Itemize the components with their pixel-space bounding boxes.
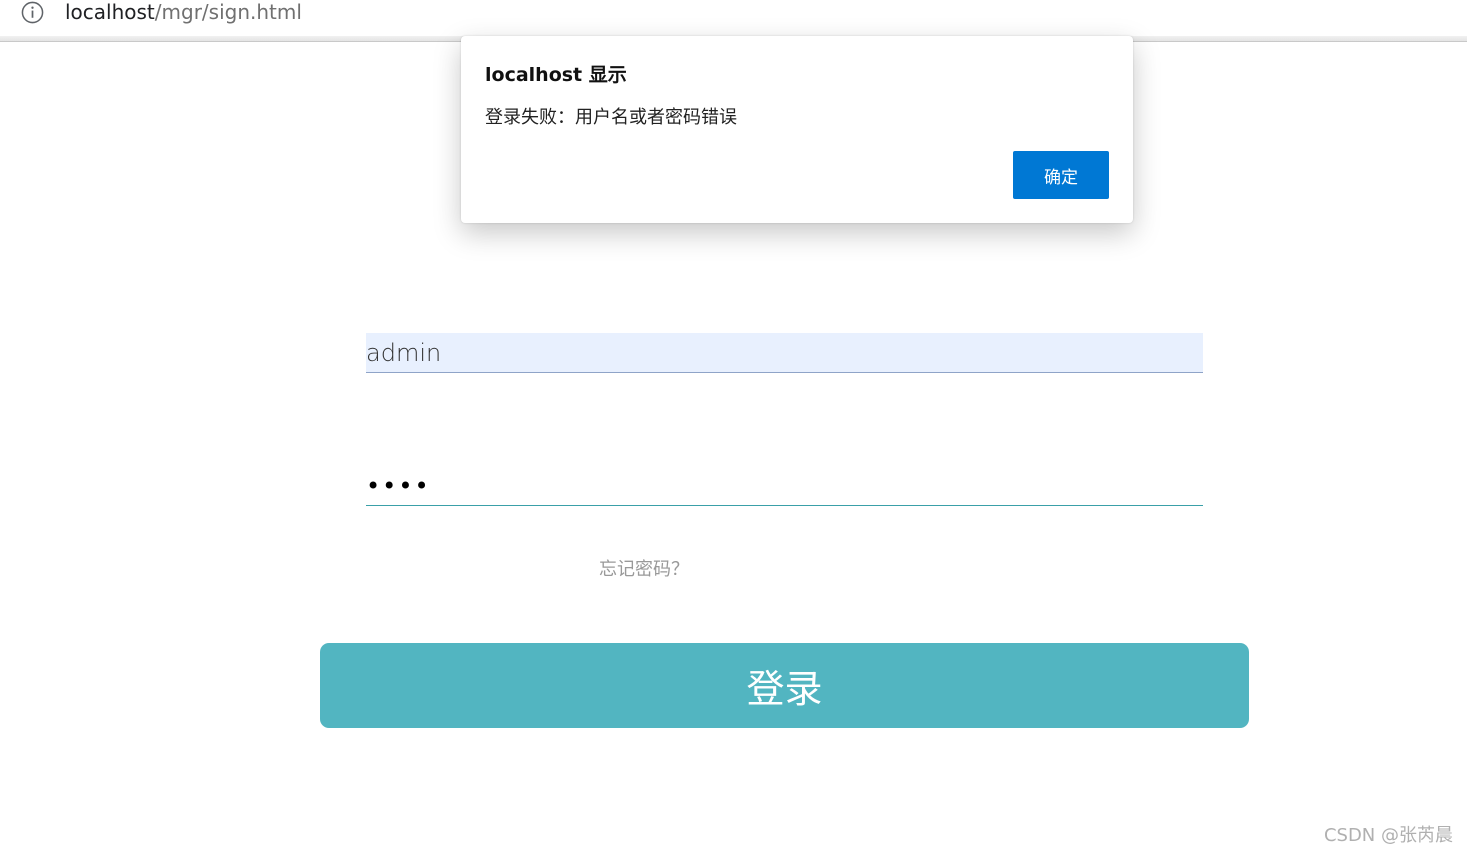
forgot-password-link[interactable]: 忘记密码？ — [599, 555, 689, 581]
dialog-message: 登录失败：用户名或者密码错误 — [485, 107, 737, 128]
url-host: localhost — [65, 0, 155, 24]
address-bar[interactable]: localhost/mgr/sign.html — [0, 0, 1467, 36]
alert-dialog: localhost 显示 登录失败：用户名或者密码错误 确定 — [461, 36, 1133, 223]
info-icon[interactable] — [21, 1, 44, 24]
password-input[interactable] — [366, 466, 1203, 506]
username-input[interactable] — [366, 333, 1203, 373]
dialog-title: localhost 显示 — [485, 64, 627, 86]
url-text[interactable]: localhost/mgr/sign.html — [65, 0, 302, 26]
url-path: /mgr/sign.html — [154, 0, 302, 24]
dialog-ok-button[interactable]: 确定 — [1013, 151, 1109, 199]
watermark: CSDN @张芮晨 — [1323, 825, 1453, 846]
login-button[interactable]: 登录 — [320, 643, 1249, 728]
